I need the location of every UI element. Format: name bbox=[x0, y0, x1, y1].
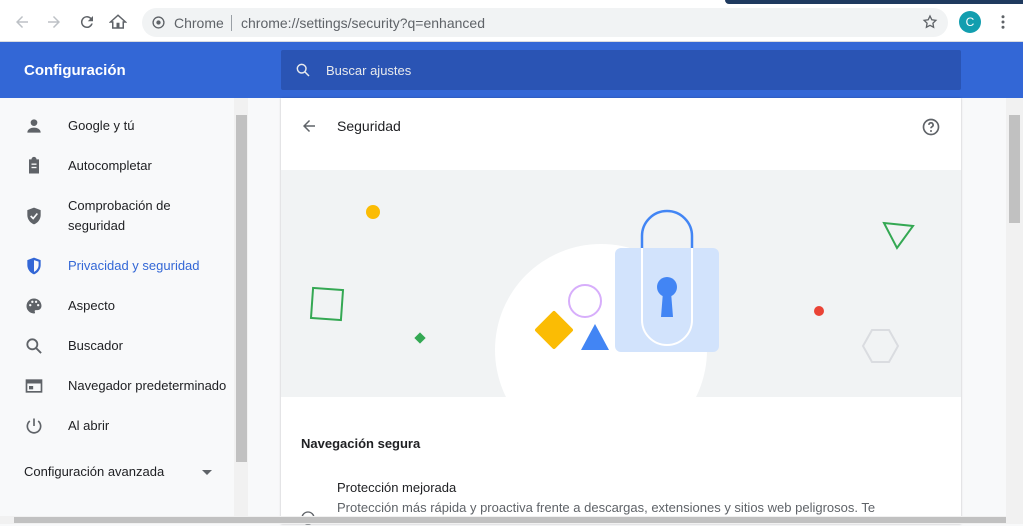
home-icon[interactable] bbox=[107, 11, 129, 33]
back-icon[interactable] bbox=[11, 11, 33, 33]
enhanced-protection-title: Protección mejorada bbox=[337, 480, 457, 495]
search-icon bbox=[296, 63, 310, 77]
sidebar-item-label: Aspecto bbox=[68, 298, 115, 313]
sidebar-item-label: Comprobación de bbox=[68, 198, 171, 213]
main-scrollbar-thumb[interactable] bbox=[1009, 115, 1020, 223]
horizontal-scrollbar-thumb[interactable] bbox=[14, 517, 1006, 523]
lock-illustration bbox=[309, 205, 915, 397]
chevron-down-icon[interactable] bbox=[202, 470, 212, 475]
sidebar-item-label: Navegador predeterminado bbox=[68, 378, 227, 393]
chrome-icon bbox=[152, 16, 165, 29]
shield-half-icon bbox=[27, 257, 41, 275]
back-arrow-icon[interactable] bbox=[300, 117, 318, 135]
settings-search-input[interactable]: Buscar ajustes bbox=[281, 50, 961, 90]
avatar[interactable]: C bbox=[959, 11, 981, 33]
page-title: Configuración bbox=[24, 62, 126, 79]
search-icon bbox=[26, 338, 42, 354]
reload-icon[interactable] bbox=[76, 11, 98, 33]
forward-icon[interactable] bbox=[43, 11, 65, 33]
person-icon bbox=[27, 119, 41, 133]
sidebar-item-default-browser[interactable]: Navegador predeterminado bbox=[0, 366, 236, 406]
sidebar-advanced[interactable]: Configuración avanzada bbox=[24, 464, 164, 479]
power-icon bbox=[26, 418, 42, 434]
omnibox-separator bbox=[231, 15, 232, 31]
settings-header: Configuración Buscar ajustes bbox=[0, 42, 1023, 98]
star-icon[interactable] bbox=[922, 14, 938, 30]
sidebar-item-search-engine[interactable]: Buscador bbox=[0, 326, 236, 366]
sidebar-item-label: Autocompletar bbox=[68, 158, 152, 173]
sidebar-item-label: Privacidad y seguridad bbox=[68, 258, 200, 273]
address-bar[interactable]: Chrome chrome://settings/security?q=enha… bbox=[142, 8, 948, 37]
sidebar-item-label: Al abrir bbox=[68, 418, 110, 433]
url-text[interactable]: chrome://settings/security?q=enhanced bbox=[241, 15, 485, 31]
clipboard-icon bbox=[29, 156, 39, 174]
browser-toolbar: Chrome chrome://settings/security?q=enha… bbox=[0, 0, 1023, 42]
sidebar-scrollbar-thumb[interactable] bbox=[236, 115, 247, 462]
browser-window-icon bbox=[25, 379, 43, 393]
sidebar-item-label-line2: seguridad bbox=[68, 218, 126, 233]
safe-browsing-heading: Navegación segura bbox=[301, 436, 421, 451]
sidebar-item-label: Buscador bbox=[68, 338, 123, 353]
sidebar-item-google[interactable]: Google y tú bbox=[0, 106, 236, 146]
sidebar-item-on-startup[interactable]: Al abrir bbox=[0, 406, 236, 446]
tab-strip-edge bbox=[725, 0, 1023, 4]
shield-check-icon bbox=[27, 207, 41, 225]
enhanced-protection-description: Protección más rápida y proactiva frente… bbox=[337, 500, 876, 515]
help-icon[interactable] bbox=[921, 117, 941, 137]
sidebar-item-privacy[interactable]: Privacidad y seguridad bbox=[0, 246, 236, 286]
menu-dots-icon[interactable] bbox=[992, 11, 1014, 33]
scheme-label: Chrome bbox=[174, 15, 224, 31]
section-heading: Seguridad bbox=[337, 118, 401, 134]
search-placeholder: Buscar ajustes bbox=[326, 63, 412, 78]
sidebar-item-appearance[interactable]: Aspecto bbox=[0, 286, 236, 326]
sidebar-item-safety-check[interactable]: Comprobación de seguridad bbox=[0, 186, 236, 246]
security-card: Seguridad Navegación segura Protección m… bbox=[281, 98, 961, 525]
security-illustration bbox=[281, 170, 961, 397]
sidebar-item-autofill[interactable]: Autocompletar bbox=[0, 146, 236, 186]
sidebar-item-label: Google y tú bbox=[68, 118, 135, 133]
palette-icon bbox=[26, 298, 42, 314]
sidebar: Google y tú Autocompletar Comprobación d… bbox=[0, 98, 236, 524]
